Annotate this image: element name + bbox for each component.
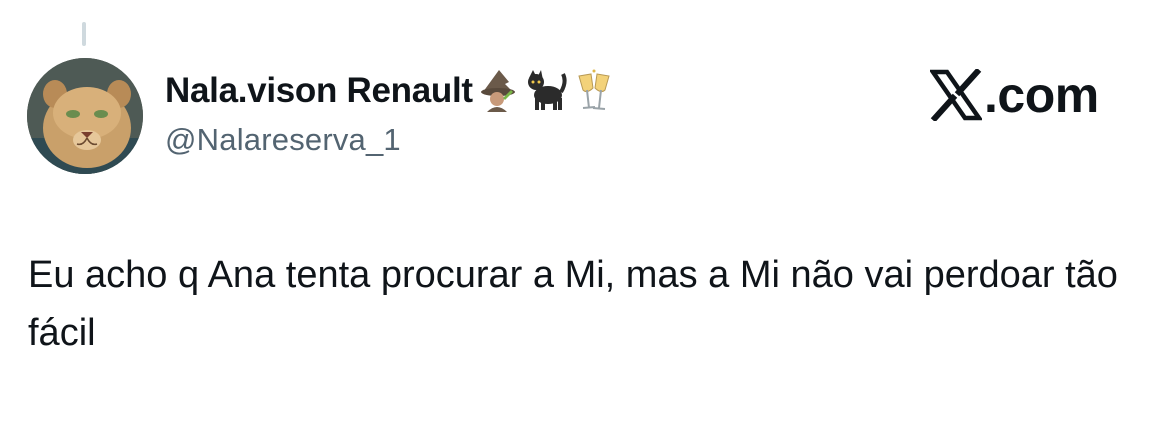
author-name-row: Nala.vison Renault <box>165 66 617 116</box>
author-handle[interactable]: @Nalareserva_1 <box>165 122 617 158</box>
x-logo-icon <box>930 69 982 121</box>
brand-watermark: .com <box>930 62 1099 128</box>
thread-connector-line <box>82 22 86 46</box>
mage-emoji-icon <box>475 68 521 114</box>
author-display-name[interactable]: Nala.vison Renault <box>165 71 473 111</box>
lioness-avatar-image <box>27 58 143 174</box>
brand-domain-text: .com <box>984 67 1099 123</box>
black-cat-emoji-icon <box>523 68 569 114</box>
avatar[interactable] <box>27 58 143 174</box>
tweet-author: Nala.vison Renault @Nalareserva_1 <box>165 66 617 158</box>
tweet-text: Eu acho q Ana tenta procurar a Mi, mas a… <box>28 254 1118 354</box>
clinking-glasses-emoji-icon <box>571 68 617 114</box>
